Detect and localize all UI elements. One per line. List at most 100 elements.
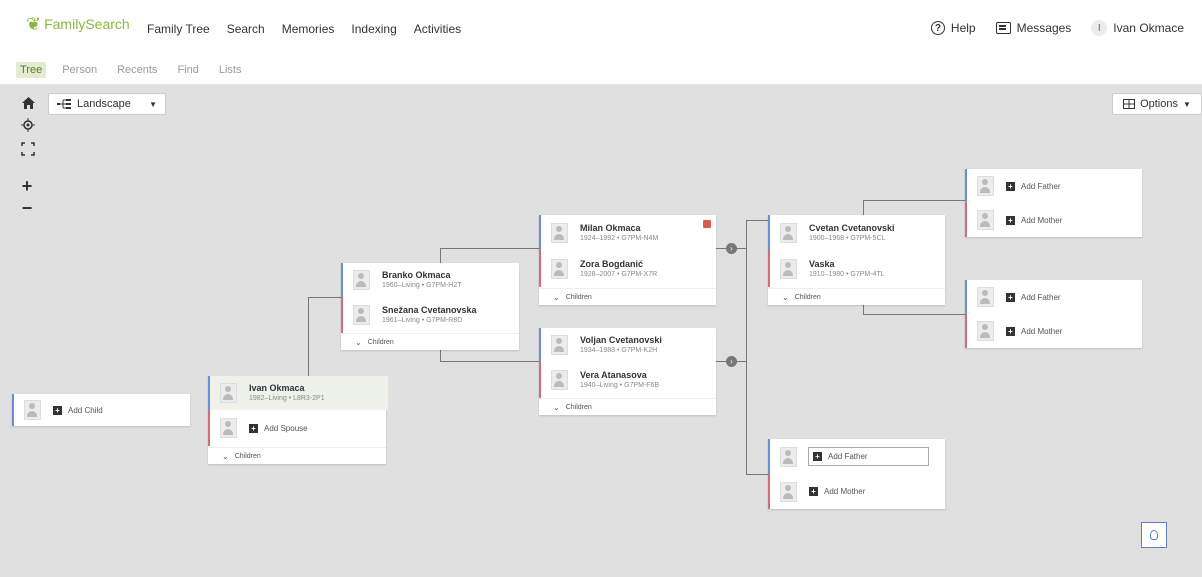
person-row-vaska[interactable]: Vaska 1910–1980 • G7PM-4TL xyxy=(768,250,947,287)
tab-find[interactable]: Find xyxy=(173,62,202,78)
zoom-out-button[interactable]: − xyxy=(17,197,37,219)
person-silhouette-icon xyxy=(551,335,568,355)
person-card-ivan: Ivan Okmaca 1982–Living • L8R3-2P1 + Add S… xyxy=(208,376,388,464)
add-parents-card: + Add Father + Add Mother xyxy=(965,280,1142,348)
person-dates: 1924–1992 • G7PM-N4M xyxy=(580,234,659,242)
tab-recents[interactable]: Recents xyxy=(113,62,161,78)
person-name: Vaska xyxy=(809,258,835,269)
person-row-branko[interactable]: Branko Okmaca 1960–Living • G7PM-H2T xyxy=(341,263,521,297)
logo-text: FamilySearch xyxy=(44,16,130,32)
view-mode-dropdown[interactable]: Landscape ▼ xyxy=(48,93,166,115)
person-row-zora[interactable]: Zora Bogdanić 1928–2007 • G7PM-X7R xyxy=(539,250,718,287)
nav-indexing[interactable]: Indexing xyxy=(351,22,396,36)
children-toggle[interactable]: ⌄ Children xyxy=(341,333,519,350)
familysearch-logo[interactable]: ❦ FamilySearch xyxy=(26,15,130,33)
person-placeholder-icon xyxy=(977,287,994,307)
add-child-row[interactable]: + Add Child xyxy=(12,394,192,426)
person-row-vera[interactable]: Vera Atanasova 1940–Living • G7PM-F6B xyxy=(539,362,718,398)
person-dates: 1928–2007 • G7PM-X7R xyxy=(580,270,658,278)
tab-person[interactable]: Person xyxy=(58,62,101,78)
expand-parents-node[interactable]: › xyxy=(726,243,737,254)
add-parents-card: + Add Father + Add Mother xyxy=(768,439,945,509)
person-row-cvetan[interactable]: Cvetan Cvetanovski 1900–1968 • G7PM-5CL xyxy=(768,215,947,250)
person-silhouette-icon xyxy=(353,305,370,325)
top-navigation-bar: ❦ FamilySearch Family Tree Search Memori… xyxy=(0,0,1202,56)
couple-card-great-grandparents: Cvetan Cvetanovski 1900–1968 • G7PM-5CL V… xyxy=(768,215,945,305)
couple-card-paternal-grandparents: Milan Okmaca 1924–1992 • G7PM-N4M Zora Bo… xyxy=(539,215,716,305)
options-caret-icon: ▼ xyxy=(1183,99,1191,109)
lightbulb-icon xyxy=(1150,530,1158,540)
main-nav: Family Tree Search Memories Indexing Act… xyxy=(147,22,461,36)
children-toggle[interactable]: ⌄ Children xyxy=(539,398,716,415)
messages-label: Messages xyxy=(1016,21,1072,35)
add-father-label: Add Father xyxy=(1021,292,1061,302)
plus-icon: + xyxy=(809,487,818,496)
person-placeholder-icon xyxy=(24,400,41,420)
person-row-ivan[interactable]: Ivan Okmaca 1982–Living • L8R3-2P1 xyxy=(208,376,388,410)
options-label: Options xyxy=(1140,98,1178,110)
plus-icon: + xyxy=(249,423,258,433)
messages-link[interactable]: Messages xyxy=(995,21,1072,35)
person-name: Cvetan Cvetanovski xyxy=(809,222,895,233)
add-father-row[interactable]: + Add Father xyxy=(768,439,947,474)
person-dates: 1960–Living • G7PM-H2T xyxy=(382,282,462,289)
person-row-voljan[interactable]: Voljan Cvetanovski 1934–1983 • G7PM-K2H xyxy=(539,328,718,362)
add-mother-label: Add Mother xyxy=(1021,326,1063,336)
nav-memories[interactable]: Memories xyxy=(282,22,335,36)
person-name: Ivan Okmaca xyxy=(249,383,305,393)
expand-icon[interactable] xyxy=(20,141,36,157)
person-silhouette-icon xyxy=(551,258,568,279)
help-link[interactable]: ? Help xyxy=(930,21,976,35)
plus-icon: + xyxy=(1006,326,1015,336)
crosshair-icon[interactable] xyxy=(20,117,36,133)
chevron-down-icon: ⌄ xyxy=(782,292,789,302)
children-label: Children xyxy=(367,338,394,346)
person-dates: 1900–1968 • G7PM-5CL xyxy=(809,234,886,242)
add-father-row[interactable]: + Add Father xyxy=(965,280,1144,314)
person-row-milan[interactable]: Milan Okmaca 1924–1992 • G7PM-N4M xyxy=(539,215,718,250)
person-placeholder-icon xyxy=(977,321,994,341)
chevron-down-icon: ⌄ xyxy=(553,402,560,412)
tips-button[interactable] xyxy=(1141,522,1167,548)
tab-tree[interactable]: Tree xyxy=(16,62,47,78)
zoom-in-button[interactable]: + xyxy=(17,175,37,197)
user-menu[interactable]: I Ivan Okmace xyxy=(1091,20,1184,36)
user-name: Ivan Okmace xyxy=(1113,21,1184,35)
add-mother-row[interactable]: + Add Mother xyxy=(768,474,947,509)
person-silhouette-icon xyxy=(780,258,797,279)
chevron-down-icon: ⌄ xyxy=(222,451,229,461)
user-area: ? Help Messages I Ivan Okmace xyxy=(930,20,1184,36)
children-toggle[interactable]: ⌄ Children xyxy=(768,288,945,305)
options-button[interactable]: Options ▼ xyxy=(1112,93,1202,115)
children-toggle[interactable]: ⌄ Children xyxy=(539,288,716,305)
person-dates: 1934–1983 • G7PM-K2H xyxy=(580,347,658,354)
plus-icon: + xyxy=(1006,215,1015,225)
nav-activities[interactable]: Activities xyxy=(414,22,461,36)
expand-parents-node[interactable]: › xyxy=(726,356,737,367)
alert-badge-icon[interactable] xyxy=(703,220,711,228)
help-label: Help xyxy=(950,21,976,35)
person-dates: 1940–Living • G7PM-F6B xyxy=(580,382,660,389)
person-name: Zora Bogdanić xyxy=(580,258,644,269)
add-mother-row[interactable]: + Add Mother xyxy=(965,314,1144,348)
person-silhouette-icon xyxy=(220,383,237,403)
plus-icon: + xyxy=(1006,181,1015,191)
messages-icon xyxy=(995,22,1011,34)
nav-search[interactable]: Search xyxy=(227,22,265,36)
person-placeholder-icon xyxy=(780,446,797,467)
couple-card-parents: Branko Okmaca 1960–Living • G7PM-H2T Snež… xyxy=(341,263,519,350)
add-parents-card: + Add Father + Add Mother xyxy=(965,169,1142,237)
tree-subnav: Tree Person Recents Find Lists xyxy=(0,56,1202,85)
children-toggle[interactable]: ⌄ Children xyxy=(208,447,386,464)
add-spouse-row[interactable]: + Add Spouse xyxy=(208,410,388,446)
person-silhouette-icon xyxy=(780,222,797,243)
add-mother-label: Add Mother xyxy=(824,487,866,496)
help-icon: ? xyxy=(930,21,945,35)
home-icon[interactable] xyxy=(20,95,36,111)
nav-family-tree[interactable]: Family Tree xyxy=(147,22,210,36)
person-row-snezana[interactable]: Snežana Cvetanovska 1961–Living • G7PM-R8… xyxy=(341,297,521,333)
add-mother-row[interactable]: + Add Mother xyxy=(965,203,1144,237)
tab-lists[interactable]: Lists xyxy=(215,62,246,78)
tree-canvas[interactable]: + − Landscape ▼ Options ▼ › › + Add Child xyxy=(0,85,1202,577)
add-father-row[interactable]: + Add Father xyxy=(965,169,1144,203)
